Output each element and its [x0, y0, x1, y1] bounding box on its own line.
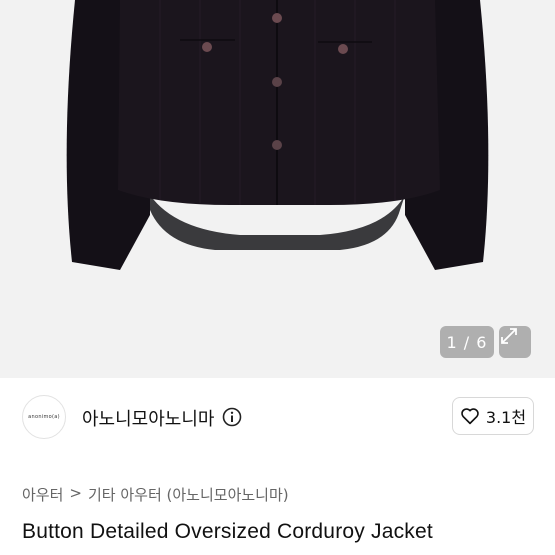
seller-name[interactable]: 아노니모아노니마 — [82, 405, 214, 431]
expand-button[interactable] — [499, 326, 531, 358]
breadcrumb-subcategory[interactable]: 기타 아우터 (아노니모아노니마) — [88, 484, 289, 505]
info-icon[interactable] — [222, 407, 242, 427]
image-counter: 1 / 6 — [440, 326, 494, 358]
product-title: Button Detailed Oversized Corduroy Jacke… — [22, 520, 433, 543]
product-image[interactable]: 1 / 6 — [0, 0, 555, 378]
avatar-text: anonimo(a) — [28, 414, 60, 420]
heart-icon — [461, 408, 479, 425]
breadcrumb-category[interactable]: 아우터 — [22, 484, 63, 505]
breadcrumb: 아우터 > 기타 아우터 (아노니모아노니마) — [22, 484, 289, 505]
like-button[interactable]: 3.1천 — [452, 397, 534, 435]
expand-icon — [501, 328, 517, 344]
like-count: 3.1천 — [485, 408, 527, 427]
seller-avatar[interactable]: anonimo(a) — [22, 395, 66, 439]
jacket-illustration — [66, 0, 489, 270]
seller-row: anonimo(a) 아노니모아노니마 3.1천 — [22, 395, 534, 441]
breadcrumb-separator: > — [69, 484, 82, 502]
